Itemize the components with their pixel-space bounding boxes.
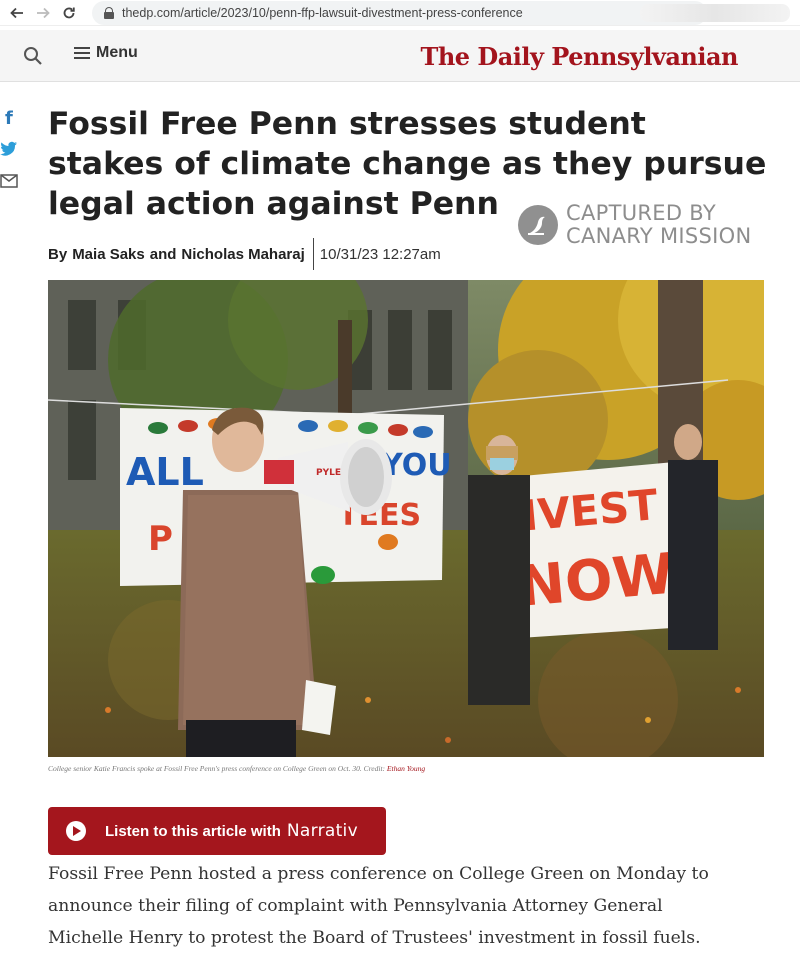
site-logo[interactable]: The Daily Pennsylvanian [420,42,738,71]
article-photo: ALL ON YOU P TEES DIVEST NOW [48,280,764,757]
byline-and: and [149,245,177,263]
menu-button[interactable]: Menu [74,44,138,62]
photo-credit[interactable]: Ethan Young [387,764,425,773]
byline-divider [312,238,314,270]
email-icon[interactable] [0,174,20,193]
watermark-line2: CANARY MISSION [566,224,752,248]
publish-date: 10/31/23 12:27am [319,245,441,263]
play-icon [66,821,86,841]
megaphone-brand: PYLE [316,468,341,478]
watermark-line1: CAPTURED BY [566,201,716,225]
social-share-bar: f [0,108,20,205]
listen-article-button[interactable]: Listen to this article with Narrativ [48,807,386,855]
canary-logo-icon [518,205,558,245]
address-bar[interactable]: thedp.com/article/2023/10/penn-ffp-lawsu… [92,0,707,25]
hamburger-icon [74,47,90,59]
back-arrow-icon[interactable] [6,2,28,24]
blurred-toolbar-area [640,4,790,22]
byline: By Maia Saks and Nicholas Maharaj 10/31/… [48,238,441,270]
photo-caption: College senior Katie Francis spoke at Fo… [48,764,425,773]
banner-text: P [148,519,173,559]
banner-text: NOW [516,542,677,620]
url-text: thedp.com/article/2023/10/penn-ffp-lawsu… [122,5,523,20]
author-link[interactable]: Maia Saks [72,246,145,263]
article-body-paragraph: Fossil Free Penn hosted a press conferen… [48,864,709,948]
menu-label: Menu [96,44,138,61]
narrativ-logo: Narrativ [286,821,358,841]
twitter-icon[interactable] [0,141,20,162]
facebook-icon[interactable]: f [5,108,20,129]
search-icon[interactable] [22,45,44,67]
caption-text: College senior Katie Francis spoke at Fo… [48,764,387,773]
banner-text: ALL [126,450,204,494]
listen-label: Listen to this article with [105,822,281,840]
canary-mission-watermark: CAPTURED BY CANARY MISSION [518,202,751,248]
forward-arrow-icon[interactable] [32,2,54,24]
browser-toolbar: thedp.com/article/2023/10/penn-ffp-lawsu… [0,0,800,26]
site-header: Menu The Daily Pennsylvanian [0,30,800,82]
lock-icon [104,6,114,19]
author-link[interactable]: Nicholas Maharaj [181,246,304,263]
byline-prefix: By [48,245,68,263]
reload-icon[interactable] [58,2,80,24]
